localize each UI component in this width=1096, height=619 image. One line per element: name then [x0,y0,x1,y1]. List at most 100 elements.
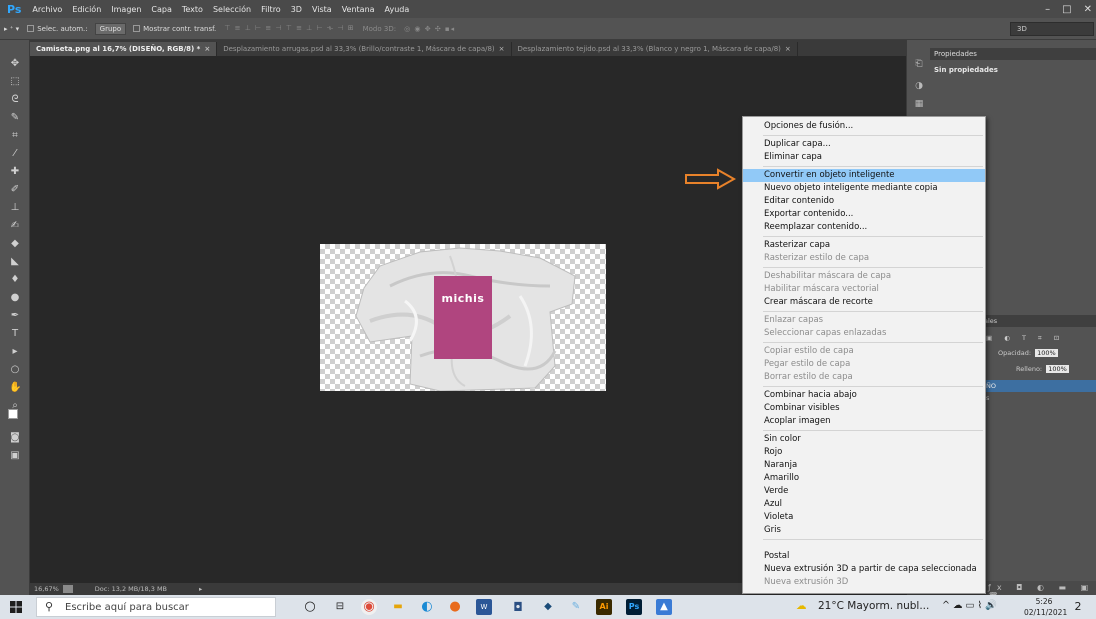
export-icon[interactable] [62,585,73,593]
menu-vista[interactable]: Vista [307,5,337,14]
tab-desplazamiento-tejido[interactable]: Desplazamiento tejido.psd al 33,3% (Blan… [512,42,798,56]
eraser-tool-icon[interactable]: ◆ [9,238,21,250]
system-tray-icons[interactable]: ^ ☁ ▭ ⌇ 🔊 [942,600,997,611]
menu-item-opciones-fusion[interactable]: Opciones de fusión... [743,120,985,133]
app-icon-diamond[interactable]: ◆ [540,599,556,615]
menu-edicion[interactable]: Edición [67,5,106,14]
adjustments-panel-icon[interactable]: ◑ [913,80,925,92]
menu-item-rasterizar-estilo[interactable]: Rasterizar estilo de capa [743,252,985,265]
menu-archivo[interactable]: Archivo [27,5,67,14]
auto-select-checkbox[interactable]: Selec. autom.: [23,25,91,33]
photos-icon[interactable]: ▲ [656,599,672,615]
foreground-color-swatch[interactable] [8,409,18,419]
menu-3d[interactable]: 3D [286,5,307,14]
edge-icon[interactable]: ◐ [419,599,435,615]
menu-item-verde[interactable]: Verde [743,485,985,498]
fill-input[interactable]: 100% [1046,365,1069,373]
app-icon-brush[interactable]: ✎ [568,599,584,615]
auto-select-dropdown[interactable]: Grupo [94,22,127,35]
tab-desplazamiento-arrugas[interactable]: Desplazamiento arrugas.psd al 33,3% (Bri… [217,42,512,56]
menu-item-borrar-estilo[interactable]: Borrar estilo de capa [743,371,985,384]
channels-panel-icon[interactable]: ▦ [913,98,925,110]
menu-item-duplicar-capa[interactable]: Duplicar capa... [743,138,985,151]
photoshop-taskbar-icon[interactable]: Ps [626,599,642,615]
screen-mode-icon[interactable]: ▣ [9,450,21,462]
eyedropper-tool-icon[interactable]: ⁄ [9,148,21,160]
quick-mask-icon[interactable]: ◙ [9,432,21,444]
menu-item-copiar-estilo[interactable]: Copiar estilo de capa [743,345,985,358]
menu-imagen[interactable]: Imagen [106,5,146,14]
menu-item-amarillo[interactable]: Amarillo [743,472,985,485]
align-buttons[interactable]: ⊤ ≡ ⊥ ⊢ ≡ ⊣ ⊤ ≡ ⊥ ⊢ ⟛ ⊣ ⊞ [220,24,358,33]
menu-item-acoplar-imagen[interactable]: Acoplar imagen [743,415,985,428]
menu-item-reemplazar-contenido[interactable]: Reemplazar contenido... [743,221,985,234]
zoom-level[interactable]: 16,67% [30,585,63,593]
chrome-icon[interactable]: ◉ [361,599,377,615]
pen-tool-icon[interactable]: ✒ [9,310,21,322]
menu-item-azul[interactable]: Azul [743,498,985,511]
menu-ventana[interactable]: Ventana [337,5,380,14]
shape-tool-icon[interactable]: ○ [9,364,21,376]
notifications-icon[interactable]: 2 [1070,599,1086,615]
close-tab-icon[interactable]: × [785,45,791,53]
menu-item-postal[interactable]: Postal [743,550,985,563]
menu-item-exportar-contenido[interactable]: Exportar contenido... [743,208,985,221]
menu-item-naranja[interactable]: Naranja [743,459,985,472]
move-tool-preset[interactable]: ▸ ⁺ ▾ [0,25,23,33]
menu-item-eliminar-capa[interactable]: Eliminar capa [743,151,985,164]
close-tab-icon[interactable]: × [204,45,210,53]
minimize-button[interactable]: – [1045,4,1050,15]
tab-camiseta[interactable]: Camiseta.png al 16,7% (DISEÑO, RGB/8) * × [30,42,218,56]
menu-item-pegar-estilo[interactable]: Pegar estilo de capa [743,358,985,371]
brush-tool-icon[interactable]: ✐ [9,184,21,196]
move-tool-icon[interactable]: ✥ [9,58,21,70]
workspace-search-input[interactable]: 3D [1010,22,1094,36]
file-explorer-icon[interactable]: ▬ [390,599,406,615]
menu-item-habilitar-mascara-vectorial[interactable]: Habilitar máscara vectorial [743,283,985,296]
history-brush-tool-icon[interactable]: ✍ [9,220,21,232]
quick-select-tool-icon[interactable]: ✎ [9,112,21,124]
task-view-icon[interactable]: ⊟ [332,599,348,615]
opacity-input[interactable]: 100% [1035,349,1058,357]
properties-panel-header[interactable]: Propiedades [930,48,1096,60]
menu-item-seleccionar-enlazadas[interactable]: Seleccionar capas enlazadas [743,327,985,340]
type-tool-icon[interactable]: T [9,328,21,340]
menu-item-convertir-objeto-inteligente[interactable]: Convertir en objeto inteligente [743,169,985,182]
word-icon[interactable]: W [476,599,492,615]
paint-bucket-tool-icon[interactable]: ◣ [9,256,21,268]
weather-text[interactable]: 21°C Mayorm. nubl... [818,600,929,612]
lasso-tool-icon[interactable]: ᘓ [9,94,21,106]
menu-item-deshabilitar-mascara[interactable]: Deshabilitar máscara de capa [743,270,985,283]
close-button[interactable]: ✕ [1084,4,1092,15]
history-panel-icon[interactable]: ⎗ [913,58,925,70]
menu-item-nuevo-objeto-copia[interactable]: Nuevo objeto inteligente mediante copia [743,182,985,195]
hand-tool-icon[interactable]: ✋ [9,382,21,394]
menu-item-nueva-extrusion-3d[interactable]: Nueva extrusión 3D [743,576,985,589]
firefox-icon[interactable]: ● [447,599,463,615]
menu-item-editar-contenido[interactable]: Editar contenido [743,195,985,208]
menu-item-gris[interactable]: Gris [743,524,985,537]
menu-item-violeta[interactable]: Violeta [743,511,985,524]
menu-capa[interactable]: Capa [146,5,176,14]
healing-tool-icon[interactable]: ✚ [9,166,21,178]
menu-item-rasterizar-capa[interactable]: Rasterizar capa [743,239,985,252]
stamp-tool-icon[interactable]: ⊥ [9,202,21,214]
menu-item-extrusion-capa-seleccionada[interactable]: Nueva extrusión 3D a partir de capa sele… [743,563,985,576]
menu-item-combinar-abajo[interactable]: Combinar hacia abajo [743,389,985,402]
menu-item-crear-mascara-recorte[interactable]: Crear máscara de recorte [743,296,985,309]
menu-ayuda[interactable]: Ayuda [380,5,415,14]
blur-tool-icon[interactable]: ♦ [9,274,21,286]
maximize-button[interactable]: □ [1062,4,1071,15]
menu-filtro[interactable]: Filtro [256,5,286,14]
menu-seleccion[interactable]: Selección [208,5,256,14]
menu-item-enlazar-capas[interactable]: Enlazar capas [743,314,985,327]
marquee-tool-icon[interactable]: ⬚ [9,76,21,88]
cortana-icon[interactable]: ○ [302,599,318,615]
app-icon-blue[interactable]: ◘ [510,599,526,615]
clock[interactable]: 5:26 02/11/2021 [1024,596,1067,618]
close-tab-icon[interactable]: × [499,45,505,53]
menu-item-rojo[interactable]: Rojo [743,446,985,459]
crop-tool-icon[interactable]: ⌗ [9,130,21,142]
taskbar-search-input[interactable]: ⚲ Escribe aquí para buscar [36,597,276,617]
windows-start-icon[interactable] [10,601,22,613]
